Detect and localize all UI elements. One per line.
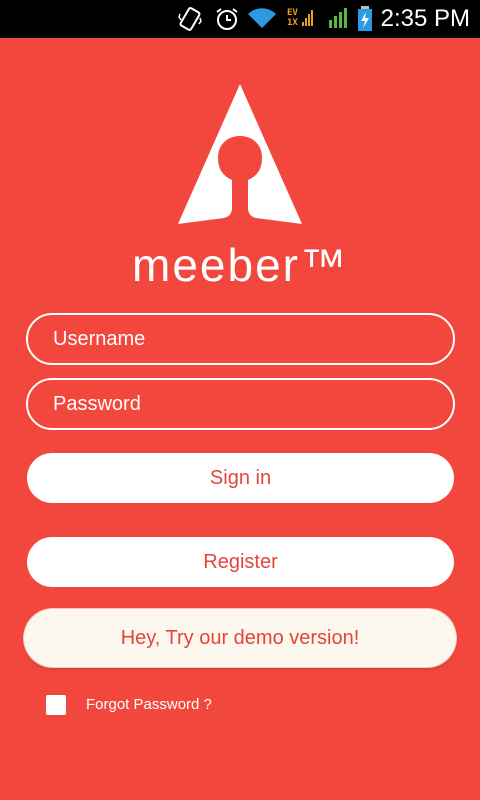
alarm-icon: [216, 8, 238, 30]
network-type-label: EV 1X: [287, 8, 298, 28]
forgot-password-checkbox[interactable]: [46, 695, 66, 715]
demo-version-button[interactable]: Hey, Try our demo version!: [24, 609, 456, 667]
meeber-logo-icon: [178, 84, 302, 224]
signal-icon: [329, 8, 347, 28]
forgot-password-label[interactable]: Forgot Password ?: [86, 696, 212, 713]
brand-name: meeber™: [132, 239, 348, 291]
register-button[interactable]: Register: [27, 537, 454, 587]
battery-charging-icon: [358, 6, 372, 31]
wifi-icon: [248, 8, 276, 28]
password-field-container: [26, 378, 455, 430]
username-field-container: [26, 313, 455, 365]
vibrate-icon: [178, 7, 202, 31]
signal-icon: [302, 10, 313, 26]
password-input[interactable]: [28, 380, 453, 428]
status-bar: EV 1X 2:35 PM: [0, 0, 480, 38]
username-input[interactable]: [28, 315, 453, 363]
status-clock: 2:35 PM: [380, 5, 470, 32]
sign-in-button[interactable]: Sign in: [27, 453, 454, 503]
